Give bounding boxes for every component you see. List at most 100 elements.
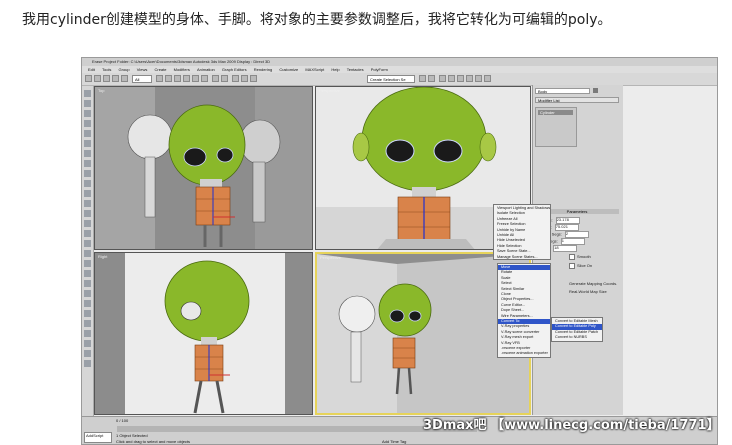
layer-icon[interactable] bbox=[439, 75, 446, 82]
tool-icon[interactable] bbox=[84, 240, 91, 247]
render-setup-icon[interactable] bbox=[475, 75, 482, 82]
tool-icon[interactable] bbox=[84, 220, 91, 227]
tool-icon[interactable] bbox=[84, 360, 91, 367]
quad-menu-display: Viewport Lighting and Shadows Isolate Se… bbox=[493, 204, 551, 260]
menu-modifiers[interactable]: Modifiers bbox=[174, 67, 190, 72]
object-color-swatch[interactable] bbox=[593, 88, 598, 93]
tool-icon[interactable] bbox=[84, 90, 91, 97]
viewport-top-scene bbox=[95, 87, 312, 249]
align-icon[interactable] bbox=[428, 75, 435, 82]
rotate-icon[interactable] bbox=[192, 75, 199, 82]
menu-views[interactable]: Views bbox=[137, 67, 148, 72]
tool-icon[interactable] bbox=[84, 140, 91, 147]
stack-item-cylinder[interactable]: Cylinder bbox=[538, 110, 573, 115]
viewport-label[interactable]: Perspective bbox=[320, 255, 341, 260]
sides-spinner[interactable]: 18 bbox=[553, 245, 578, 252]
link-icon[interactable] bbox=[103, 75, 110, 82]
viewport-label[interactable]: Perspective bbox=[319, 88, 340, 93]
real-world-map-checkbox[interactable]: Real-World Map Size bbox=[569, 289, 607, 295]
snap-icon[interactable] bbox=[232, 75, 239, 82]
convert-to-submenu: Convert to Editable Mesh Convert to Edit… bbox=[551, 317, 603, 342]
menu-customize[interactable]: Customize bbox=[279, 67, 298, 72]
height-spinner[interactable]: 75.021 bbox=[554, 224, 579, 231]
tool-icon[interactable] bbox=[84, 120, 91, 127]
frame-counter[interactable]: 0 / 100 bbox=[116, 418, 128, 424]
select-icon[interactable] bbox=[156, 75, 163, 82]
menu-tentacles[interactable]: Tentacles bbox=[347, 67, 364, 72]
scale-icon[interactable] bbox=[201, 75, 208, 82]
select-by-name-icon[interactable] bbox=[165, 75, 172, 82]
tool-icon[interactable] bbox=[84, 350, 91, 357]
menu-item-convert-nurbs[interactable]: Convert to NURBS bbox=[552, 335, 602, 340]
mirror-icon[interactable] bbox=[419, 75, 426, 82]
menu-item-vrscene-animation-exporter[interactable]: .vrscene animation exporter bbox=[498, 351, 550, 356]
tool-icon[interactable] bbox=[84, 300, 91, 307]
viewport-right[interactable]: Right bbox=[94, 252, 313, 415]
menu-group[interactable]: Group bbox=[119, 67, 130, 72]
region-select-icon[interactable] bbox=[174, 75, 181, 82]
menu-graph-editors[interactable]: Graph Editors bbox=[222, 67, 247, 72]
menu-create[interactable]: Create bbox=[154, 67, 166, 72]
tool-icon[interactable] bbox=[84, 250, 91, 257]
maxscript-listener-box[interactable]: AddScript bbox=[84, 432, 112, 443]
generate-mapping-checkbox[interactable]: Generate Mapping Coords. bbox=[569, 281, 617, 287]
viewport-top[interactable]: Top bbox=[94, 86, 313, 250]
tool-icon[interactable] bbox=[84, 170, 91, 177]
move-icon[interactable] bbox=[183, 75, 190, 82]
pivot-icon[interactable] bbox=[221, 75, 228, 82]
tool-icon[interactable] bbox=[84, 310, 91, 317]
viewport-label[interactable]: Right bbox=[98, 254, 107, 259]
menu-edit[interactable]: Edit bbox=[88, 67, 95, 72]
add-time-tag-button[interactable]: Add Time Tag bbox=[382, 439, 406, 444]
undo-icon[interactable] bbox=[85, 75, 92, 82]
angle-snap-icon[interactable] bbox=[241, 75, 248, 82]
tool-icon[interactable] bbox=[84, 320, 91, 327]
tool-icon[interactable] bbox=[84, 100, 91, 107]
schematic-icon[interactable] bbox=[457, 75, 464, 82]
named-selection-field[interactable]: Create Selection Se bbox=[367, 75, 415, 83]
modifier-list-dropdown[interactable]: Modifier List bbox=[535, 97, 619, 103]
percent-snap-icon[interactable] bbox=[250, 75, 257, 82]
curve-editor-icon[interactable] bbox=[448, 75, 455, 82]
watermark: 3Dmax吧 【www.linecg.com/tieba/1771】 bbox=[423, 418, 720, 433]
render-icon[interactable] bbox=[484, 75, 491, 82]
menu-maxscript[interactable]: MAXScript bbox=[305, 67, 324, 72]
height-segs-spinner[interactable]: 2 bbox=[564, 231, 589, 238]
menu-animation[interactable]: Animation bbox=[197, 67, 215, 72]
smooth-checkbox[interactable]: Smooth bbox=[569, 254, 591, 260]
menu-help[interactable]: Help bbox=[331, 67, 339, 72]
cap-segs-spinner[interactable]: 1 bbox=[560, 238, 585, 245]
tool-icon[interactable] bbox=[84, 190, 91, 197]
viewport-right-scene bbox=[95, 253, 312, 414]
tool-icon[interactable] bbox=[84, 340, 91, 347]
unlink-icon[interactable] bbox=[112, 75, 119, 82]
reference-coord-icon[interactable] bbox=[212, 75, 219, 82]
tool-icon[interactable] bbox=[84, 160, 91, 167]
tool-icon[interactable] bbox=[84, 130, 91, 137]
tool-icon[interactable] bbox=[84, 200, 91, 207]
tool-icon[interactable] bbox=[84, 150, 91, 157]
tool-icon[interactable] bbox=[84, 270, 91, 277]
menu-rendering[interactable]: Rendering bbox=[254, 67, 272, 72]
tool-icon[interactable] bbox=[84, 260, 91, 267]
redo-icon[interactable] bbox=[94, 75, 101, 82]
tool-icon[interactable] bbox=[84, 110, 91, 117]
bind-icon[interactable] bbox=[121, 75, 128, 82]
object-name-field[interactable]: Body bbox=[535, 88, 590, 94]
menu-polyform[interactable]: PolyForm bbox=[371, 67, 388, 72]
tool-icon[interactable] bbox=[84, 230, 91, 237]
viewport-label[interactable]: Top bbox=[98, 88, 104, 93]
slice-on-checkbox[interactable]: Slice On bbox=[569, 263, 592, 269]
tool-icon[interactable] bbox=[84, 180, 91, 187]
material-editor-icon[interactable] bbox=[466, 75, 473, 82]
selection-filter-dropdown[interactable]: All bbox=[132, 75, 152, 83]
menu-item[interactable]: Manage Scene States... bbox=[494, 255, 550, 260]
menu-tools[interactable]: Tools bbox=[102, 67, 111, 72]
tool-icon[interactable] bbox=[84, 280, 91, 287]
tool-icon[interactable] bbox=[84, 290, 91, 297]
tool-icon[interactable] bbox=[84, 210, 91, 217]
tool-icon[interactable] bbox=[84, 330, 91, 337]
window-title: Erase Project Folder: C:\Users\Acer\Docu… bbox=[82, 58, 717, 66]
radius-spinner[interactable]: 23.178 bbox=[555, 217, 580, 224]
modifier-stack: Cylinder bbox=[535, 107, 577, 147]
